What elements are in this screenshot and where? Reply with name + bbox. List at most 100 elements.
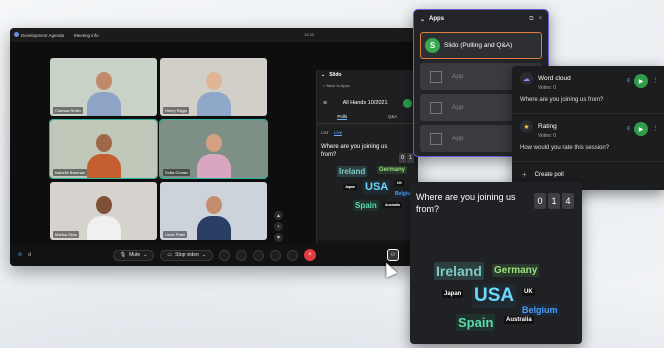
poll-title: Rating bbox=[538, 123, 557, 130]
clock: 12:40 bbox=[303, 32, 314, 37]
participant-avatar bbox=[196, 196, 231, 240]
mute-button[interactable]: 🎙 Mute ⌄ bbox=[112, 249, 155, 261]
stop-video-button[interactable]: ▭ Stop video ⌄ bbox=[160, 249, 213, 261]
counter-digit: 0 bbox=[399, 153, 406, 163]
scroll-up-icon[interactable]: ▲ bbox=[274, 211, 283, 220]
participant-name: Sofia Gomez bbox=[163, 169, 191, 176]
poll-item[interactable]: ☁ Word cloud Votes: 0 ≡ ▶ ⋮ Where are yo… bbox=[512, 66, 664, 114]
counter-digit: 1 bbox=[548, 193, 560, 209]
event-settings-icon[interactable] bbox=[402, 98, 412, 108]
participants-button[interactable] bbox=[269, 249, 281, 261]
word-cloud-word: USA bbox=[472, 284, 517, 308]
cube-icon bbox=[430, 101, 442, 114]
camera-icon: ▭ bbox=[167, 252, 173, 258]
results-icon[interactable]: ≡ bbox=[626, 126, 630, 132]
activate-poll-button[interactable]: ▶ bbox=[634, 74, 648, 88]
cube-icon bbox=[430, 70, 442, 83]
close-icon[interactable]: × bbox=[538, 16, 542, 23]
word-cloud-word: Australia bbox=[383, 201, 402, 208]
more-options-button[interactable] bbox=[286, 249, 298, 261]
microphone-icon: 🎙 bbox=[119, 252, 127, 258]
plus-icon: + bbox=[522, 170, 527, 179]
word-cloud-word: Ireland bbox=[434, 262, 484, 280]
video-tile[interactable]: Isabelle Brennan bbox=[49, 119, 158, 179]
slido-side-panel: ⌄ Slido < Back to Apps ≡ All Hands 10/20… bbox=[316, 70, 418, 266]
app-label: App bbox=[452, 73, 464, 80]
slido-panel-title: Slido bbox=[329, 72, 342, 78]
word-cloud-word: Spain bbox=[456, 314, 496, 331]
video-tile[interactable]: Sofia Gomez bbox=[159, 119, 268, 179]
vote-counter: 0 1 bbox=[399, 153, 414, 163]
app-label: Slido (Polling and Q&A) bbox=[444, 42, 513, 49]
app-item-slido[interactable]: S Slido (Polling and Q&A) bbox=[420, 32, 542, 59]
tab-qa[interactable]: Q&A bbox=[388, 114, 398, 120]
participant-name: Clarissa Smith bbox=[53, 107, 83, 114]
word-cloud-word: USA bbox=[363, 179, 391, 194]
slido-tabs: Polls Q&A bbox=[317, 114, 418, 124]
tab-polls[interactable]: Polls bbox=[337, 114, 348, 120]
participant-avatar bbox=[196, 72, 231, 116]
video-tile[interactable]: Clarissa Smith bbox=[50, 58, 157, 116]
word-cloud-word: Germany bbox=[377, 165, 408, 174]
counter-digit: 0 bbox=[534, 193, 546, 209]
event-bar: ≡ All Hands 10/2021 bbox=[321, 96, 414, 110]
stop-video-label: Stop video bbox=[175, 252, 199, 258]
mute-label: Mute bbox=[129, 252, 141, 258]
apps-button[interactable]: ⚇ bbox=[387, 249, 399, 261]
small-word-cloud: Ireland Germany Japan USA UK Belgium Spain Aust… bbox=[317, 165, 418, 226]
word-cloud-panel: Where are you joining us from? 0 1 4 Ire… bbox=[410, 182, 582, 344]
video-grid: Clarissa Smith Henry Riggs Isabelle Bren… bbox=[49, 58, 280, 244]
chevron-down-icon: ⌄ bbox=[143, 252, 148, 258]
word-cloud: Ireland Germany Japan USA UK Belgium Spain Aust… bbox=[410, 258, 582, 344]
chevron-down-icon[interactable]: ⌄ bbox=[420, 16, 425, 23]
word-cloud-word: Australia bbox=[504, 316, 534, 324]
event-title: All Hands 10/2021 bbox=[342, 100, 388, 106]
page-indicator-icon: • bbox=[274, 222, 283, 231]
title-bar: Development Agenda Meeting info 12:40 bbox=[10, 28, 418, 42]
reactions-button[interactable] bbox=[252, 249, 264, 261]
end-call-button[interactable]: × bbox=[303, 249, 316, 261]
cube-icon bbox=[430, 132, 442, 145]
participant-name: Umar Patel bbox=[163, 231, 188, 238]
counter-digit: 4 bbox=[562, 193, 574, 209]
create-poll-label: Create poll bbox=[534, 171, 564, 178]
poll-item[interactable]: ★ Rating Votes: 0 ≡ ▶ ⋮ How would you ra… bbox=[512, 114, 664, 162]
participant-avatar bbox=[86, 134, 121, 178]
results-icon[interactable]: ≡ bbox=[626, 78, 630, 84]
participant-avatar bbox=[196, 134, 231, 178]
apps-header: ⌄ Apps ⧉ × bbox=[414, 10, 548, 28]
word-cloud-word: UK bbox=[395, 179, 405, 186]
word-cloud-word: UK bbox=[522, 288, 535, 296]
participant-avatar bbox=[86, 72, 121, 116]
apps-title: Apps bbox=[429, 16, 445, 22]
more-icon[interactable]: ⋮ bbox=[652, 76, 659, 84]
participant-name: Marisa Sims bbox=[53, 231, 80, 238]
back-to-apps-link[interactable]: < Back to Apps bbox=[317, 83, 418, 88]
connection-icon[interactable]: ıl bbox=[28, 252, 31, 258]
pop-out-icon[interactable]: ⧉ bbox=[529, 16, 533, 23]
word-cloud-word: Germany bbox=[492, 264, 540, 277]
word-cloud-word: Ireland bbox=[337, 165, 368, 177]
participant-name: Henry Riggs bbox=[163, 107, 190, 114]
star-icon: ★ bbox=[520, 120, 533, 133]
poll-title: Word cloud bbox=[538, 75, 571, 82]
meeting-window: Development Agenda Meeting info 12:40 Cl… bbox=[10, 28, 418, 266]
polls-panel: ☁ Word cloud Votes: 0 ≡ ▶ ⋮ Where are yo… bbox=[512, 66, 664, 190]
chevron-down-icon[interactable]: ⌄ bbox=[321, 72, 325, 78]
video-tile[interactable]: Henry Riggs bbox=[160, 58, 267, 116]
menu-icon[interactable]: ≡ bbox=[323, 100, 327, 107]
subtab-list[interactable]: List bbox=[321, 130, 328, 136]
scroll-down-icon[interactable]: ▼ bbox=[274, 233, 283, 242]
subtab-live[interactable]: Live bbox=[334, 130, 343, 136]
word-cloud-word: Japan bbox=[343, 183, 358, 190]
app-label: App bbox=[452, 135, 464, 142]
more-icon[interactable]: ⋮ bbox=[652, 124, 659, 132]
activate-poll-button[interactable]: ▶ bbox=[634, 122, 648, 136]
video-tile[interactable]: Umar Patel bbox=[160, 182, 267, 240]
layout-icon[interactable]: ⟳ bbox=[18, 252, 22, 258]
share-button[interactable] bbox=[218, 249, 230, 261]
meeting-info-link[interactable]: Meeting info bbox=[74, 33, 99, 38]
record-button[interactable] bbox=[235, 249, 247, 261]
webex-logo-icon bbox=[14, 32, 19, 37]
video-tile[interactable]: Marisa Sims bbox=[50, 182, 157, 240]
